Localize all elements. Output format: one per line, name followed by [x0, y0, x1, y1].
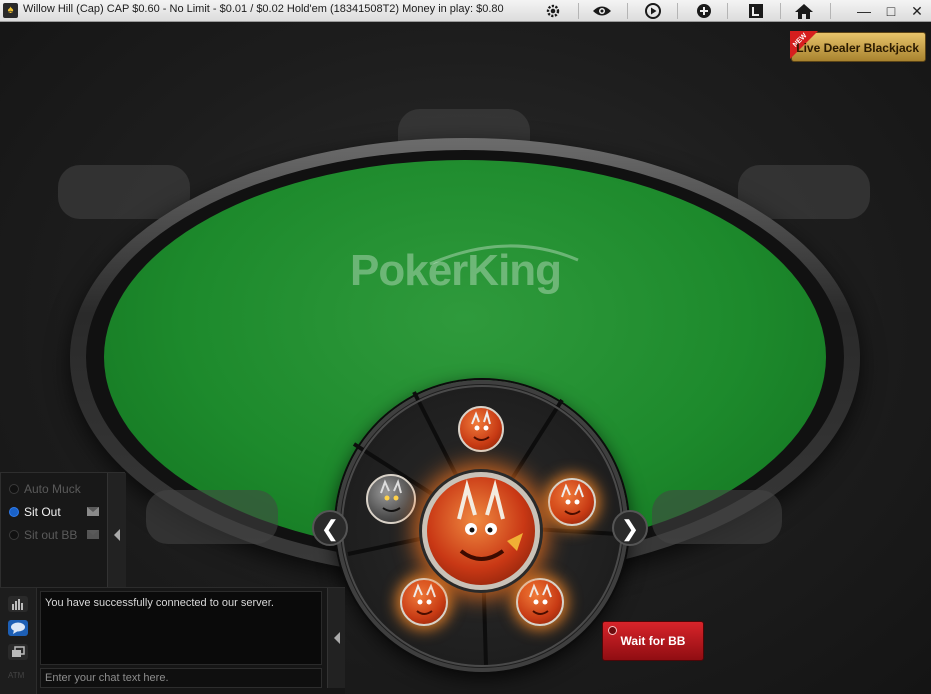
sit-out-bb-radio[interactable]: [9, 530, 19, 540]
table-options-panel: Auto Muck Sit Out Sit out BB: [0, 472, 126, 594]
wait-for-bb-button[interactable]: Wait for BB: [602, 621, 704, 661]
windows-icon[interactable]: [8, 644, 28, 660]
avatar-selected-red-dragon[interactable]: [422, 472, 540, 590]
table-area: PokerKing NEW Live Dealer Blackjack ❮ ❯: [0, 22, 931, 694]
wait-for-bb-label: Wait for BB: [620, 634, 686, 648]
window-title: Willow Hill (Cap) CAP $0.60 - No Limit -…: [23, 3, 504, 15]
sit-out-label: Sit Out: [24, 505, 61, 519]
seat-bottom-right[interactable]: [652, 490, 782, 544]
atm-label[interactable]: ATM: [8, 671, 24, 680]
home-icon[interactable]: [792, 1, 816, 21]
chat-input[interactable]: [40, 668, 322, 688]
lobby-icon[interactable]: [744, 1, 768, 21]
chat-sidebar: ATM: [0, 588, 37, 694]
live-dealer-label: Live Dealer Blackjack: [796, 41, 919, 55]
close-button[interactable]: ✕: [905, 1, 929, 21]
settings-icon[interactable]: [541, 1, 565, 21]
chat-message: You have successfully connected to our s…: [45, 597, 274, 609]
prev-avatar-arrow[interactable]: ❮: [312, 510, 348, 546]
eye-icon[interactable]: [590, 1, 614, 21]
stats-icon[interactable]: [8, 596, 28, 612]
pokerking-logo: PokerKing: [350, 244, 580, 304]
avatar-red-dragon-top[interactable]: [458, 406, 504, 452]
options-collapse-handle[interactable]: [107, 473, 126, 593]
chat-panel: ATM You have successfully connected to o…: [0, 587, 345, 694]
live-dealer-blackjack-button[interactable]: NEW Live Dealer Blackjack: [790, 31, 926, 62]
seat-bottom-left[interactable]: [146, 490, 278, 544]
next-avatar-arrow[interactable]: ❯: [612, 510, 648, 546]
avatar-red-dragon-bottom-right[interactable]: [516, 578, 564, 626]
auto-muck-radio[interactable]: [9, 484, 19, 494]
app-icon: ♠: [3, 3, 18, 18]
sit-out-bb-label: Sit out BB: [24, 528, 78, 542]
avatar-grey-dragon[interactable]: [366, 474, 416, 524]
sit-out-radio[interactable]: [9, 507, 19, 517]
avatar-red-dragon-bottom-left[interactable]: [400, 578, 448, 626]
chat-collapse-handle[interactable]: [327, 588, 345, 688]
maximize-button[interactable]: □: [879, 1, 903, 21]
avatar-red-dragon-right[interactable]: [548, 478, 596, 526]
mail-icon[interactable]: [87, 530, 99, 539]
minimize-button[interactable]: —: [852, 1, 876, 21]
auto-muck-label: Auto Muck: [24, 482, 81, 496]
mail-icon[interactable]: [87, 507, 99, 516]
title-bar: ♠ Willow Hill (Cap) CAP $0.60 - No Limit…: [0, 0, 931, 22]
replay-icon[interactable]: [641, 1, 665, 21]
add-table-icon[interactable]: [692, 1, 716, 21]
chat-log: You have successfully connected to our s…: [40, 591, 322, 665]
wait-for-bb-indicator: [608, 626, 617, 635]
chat-bubble-icon[interactable]: [8, 620, 28, 636]
